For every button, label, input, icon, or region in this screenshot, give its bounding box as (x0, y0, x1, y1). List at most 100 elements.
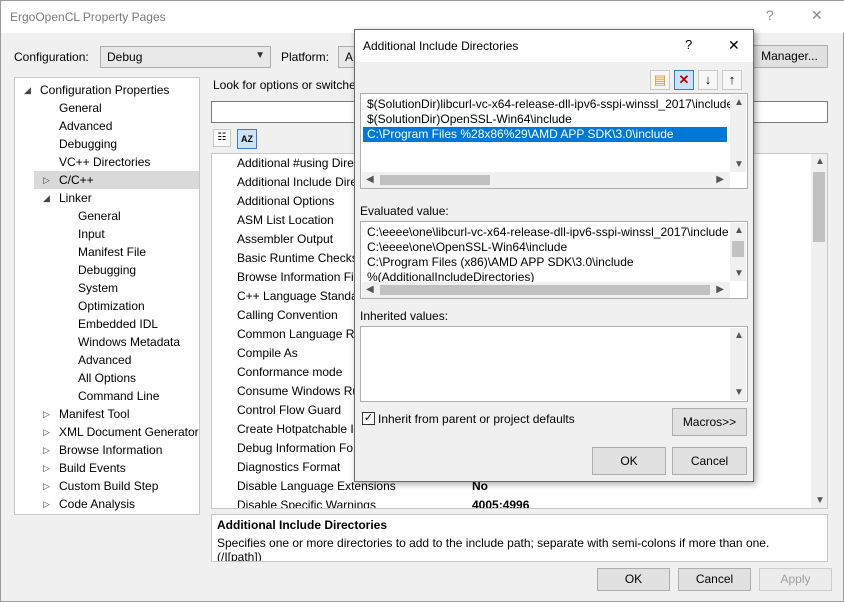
tree-item[interactable]: Debugging (34, 135, 199, 153)
tree-item[interactable]: Manifest File (53, 243, 199, 261)
platform-value: A (345, 50, 354, 64)
tree-item[interactable]: ▷ Manifest Tool (34, 405, 199, 423)
tree-item[interactable]: ▷ XML Document Generator (34, 423, 199, 441)
inherited-vertical-scrollbar[interactable]: ▲ ▼ (730, 328, 746, 400)
tree-item[interactable]: All Options (53, 369, 199, 387)
tree-item[interactable]: ◢ Configuration Properties (15, 81, 199, 99)
tree-item[interactable]: ▷ C/C++ (34, 171, 199, 189)
scroll-up-icon[interactable]: ▲ (734, 330, 744, 341)
dialog-title: Additional Include Directories (363, 39, 519, 53)
cancel-button[interactable]: Cancel (678, 568, 751, 591)
description-syntax: (/I[path]) (217, 550, 262, 562)
property-name: Conformance mode (237, 365, 343, 379)
new-folder-icon[interactable]: ▤ (650, 70, 670, 90)
scroll-thumb[interactable] (380, 175, 490, 185)
dialog-close-icon[interactable]: ✕ (728, 37, 740, 54)
directory-item[interactable]: $(SolutionDir)libcurl-vc-x64-release-dll… (363, 97, 733, 112)
collapsed-icon[interactable]: ▷ (43, 171, 50, 189)
scroll-down-icon[interactable]: ▼ (815, 495, 825, 506)
list-horizontal-scrollbar[interactable]: ◀ ▶ (362, 172, 730, 188)
tree-item[interactable]: ▷ Code Analysis (34, 495, 199, 513)
apply-button[interactable]: Apply (759, 568, 832, 591)
tree-item[interactable]: ◢ Linker (34, 189, 199, 207)
tree-item[interactable]: Debugging (53, 261, 199, 279)
scroll-left-icon[interactable]: ◀ (366, 284, 374, 295)
collapsed-icon[interactable]: ▷ (43, 441, 50, 459)
tree-item[interactable]: Input (53, 225, 199, 243)
scroll-right-icon[interactable]: ▶ (716, 174, 724, 185)
expanded-icon[interactable]: ◢ (43, 189, 50, 207)
tree-item-label: All Options (78, 371, 137, 385)
tree-item-label: Advanced (78, 353, 132, 367)
tree-item[interactable]: System (53, 279, 199, 297)
ok-button[interactable]: OK (597, 568, 670, 591)
search-label: Look for options or switche (213, 78, 356, 92)
property-name: Assembler Output (237, 232, 334, 246)
directory-item[interactable]: $(SolutionDir)OpenSSL-Win64\include (363, 112, 727, 127)
property-row[interactable]: Disable Specific Warnings 4005;4996 (212, 496, 812, 509)
scroll-up-icon[interactable]: ▲ (734, 97, 744, 108)
tree-item-label: VC++ Directories (59, 155, 151, 169)
delete-icon[interactable]: ✕ (674, 70, 694, 90)
scroll-thumb[interactable] (732, 241, 744, 257)
tree-item[interactable]: ▷ Custom Build Step (34, 477, 199, 495)
tree-item[interactable]: Windows Metadata (53, 333, 199, 351)
expanded-icon[interactable]: ◢ (24, 81, 31, 99)
collapsed-icon[interactable]: ▷ (43, 459, 50, 477)
description-panel: Additional Include Directories Specifies… (211, 514, 828, 562)
move-up-icon[interactable]: ↑ (722, 70, 742, 90)
tree-item-label: Embedded IDL (78, 317, 159, 331)
property-name: Debug Information Fo (237, 441, 354, 455)
tree-item[interactable]: ▷ Browse Information (34, 441, 199, 459)
dialog-cancel-button[interactable]: Cancel (672, 447, 747, 475)
scroll-right-icon[interactable]: ▶ (716, 284, 724, 295)
tree-item-label: Windows Metadata (78, 335, 181, 349)
scroll-up-icon[interactable]: ▲ (815, 156, 825, 167)
tree-item[interactable]: ▷ Build Events (34, 459, 199, 477)
tree-item-label: XML Document Generator (59, 425, 199, 439)
tree-item[interactable]: VC++ Directories (34, 153, 199, 171)
grid-scrollbar[interactable]: ▲ ▼ (811, 154, 827, 508)
property-name: Common Language Ru (237, 327, 362, 341)
property-value: 4005;4996 (472, 498, 530, 509)
scroll-down-icon[interactable]: ▼ (734, 159, 744, 170)
configuration-manager-button[interactable]: Manager... (751, 45, 828, 68)
move-down-icon[interactable]: ↓ (698, 70, 718, 90)
tree-item-label: Code Analysis (59, 497, 136, 511)
evaluated-horizontal-scrollbar[interactable]: ◀ ▶ (362, 282, 730, 298)
directories-list[interactable]: $(SolutionDir)libcurl-vc-x64-release-dll… (360, 93, 748, 189)
categorized-view-icon[interactable]: ☷ (213, 129, 231, 147)
collapsed-icon[interactable]: ▷ (43, 477, 50, 495)
tree-item[interactable]: General (34, 99, 199, 117)
list-vertical-scrollbar[interactable]: ▲ ▼ (730, 95, 746, 172)
close-icon[interactable]: ✕ (811, 7, 823, 24)
directory-item[interactable]: C:\Program Files %28x86%29\AMD APP SDK\3… (363, 127, 727, 142)
evaluated-vertical-scrollbar[interactable]: ▲ ▼ (730, 223, 746, 281)
tree-item[interactable]: Embedded IDL (53, 315, 199, 333)
scroll-left-icon[interactable]: ◀ (366, 174, 374, 185)
alphabetical-sort-icon[interactable]: AZ (237, 129, 257, 149)
dialog-ok-button[interactable]: OK (592, 447, 666, 475)
collapsed-icon[interactable]: ▷ (43, 495, 50, 513)
scroll-down-icon[interactable]: ▼ (734, 387, 744, 398)
tree-item[interactable]: Advanced (34, 117, 199, 135)
dialog-help-icon[interactable]: ? (685, 37, 692, 52)
scroll-up-icon[interactable]: ▲ (734, 225, 744, 236)
collapsed-icon[interactable]: ▷ (43, 423, 50, 441)
tree-item[interactable]: General (53, 207, 199, 225)
evaluated-value-box: C:\eeee\one\libcurl-vc-x64-release-dll-i… (360, 221, 748, 299)
scroll-down-icon[interactable]: ▼ (734, 268, 744, 279)
configuration-dropdown[interactable]: Debug ▼ (100, 46, 271, 68)
tree-item[interactable]: Advanced (53, 351, 199, 369)
collapsed-icon[interactable]: ▷ (43, 405, 50, 423)
scroll-thumb[interactable] (813, 172, 825, 242)
help-icon[interactable]: ? (766, 7, 774, 23)
tree-item-label: Linker (59, 191, 92, 205)
tree-item[interactable]: Command Line (53, 387, 199, 405)
property-name: Disable Specific Warnings (237, 498, 376, 509)
macros-button[interactable]: Macros>> (672, 408, 747, 436)
scroll-thumb[interactable] (380, 285, 710, 295)
evaluated-item: C:\eeee\one\OpenSSL-Win64\include (367, 240, 568, 254)
tree-item[interactable]: Optimization (53, 297, 199, 315)
inherit-checkbox[interactable]: ✓ (362, 412, 375, 425)
